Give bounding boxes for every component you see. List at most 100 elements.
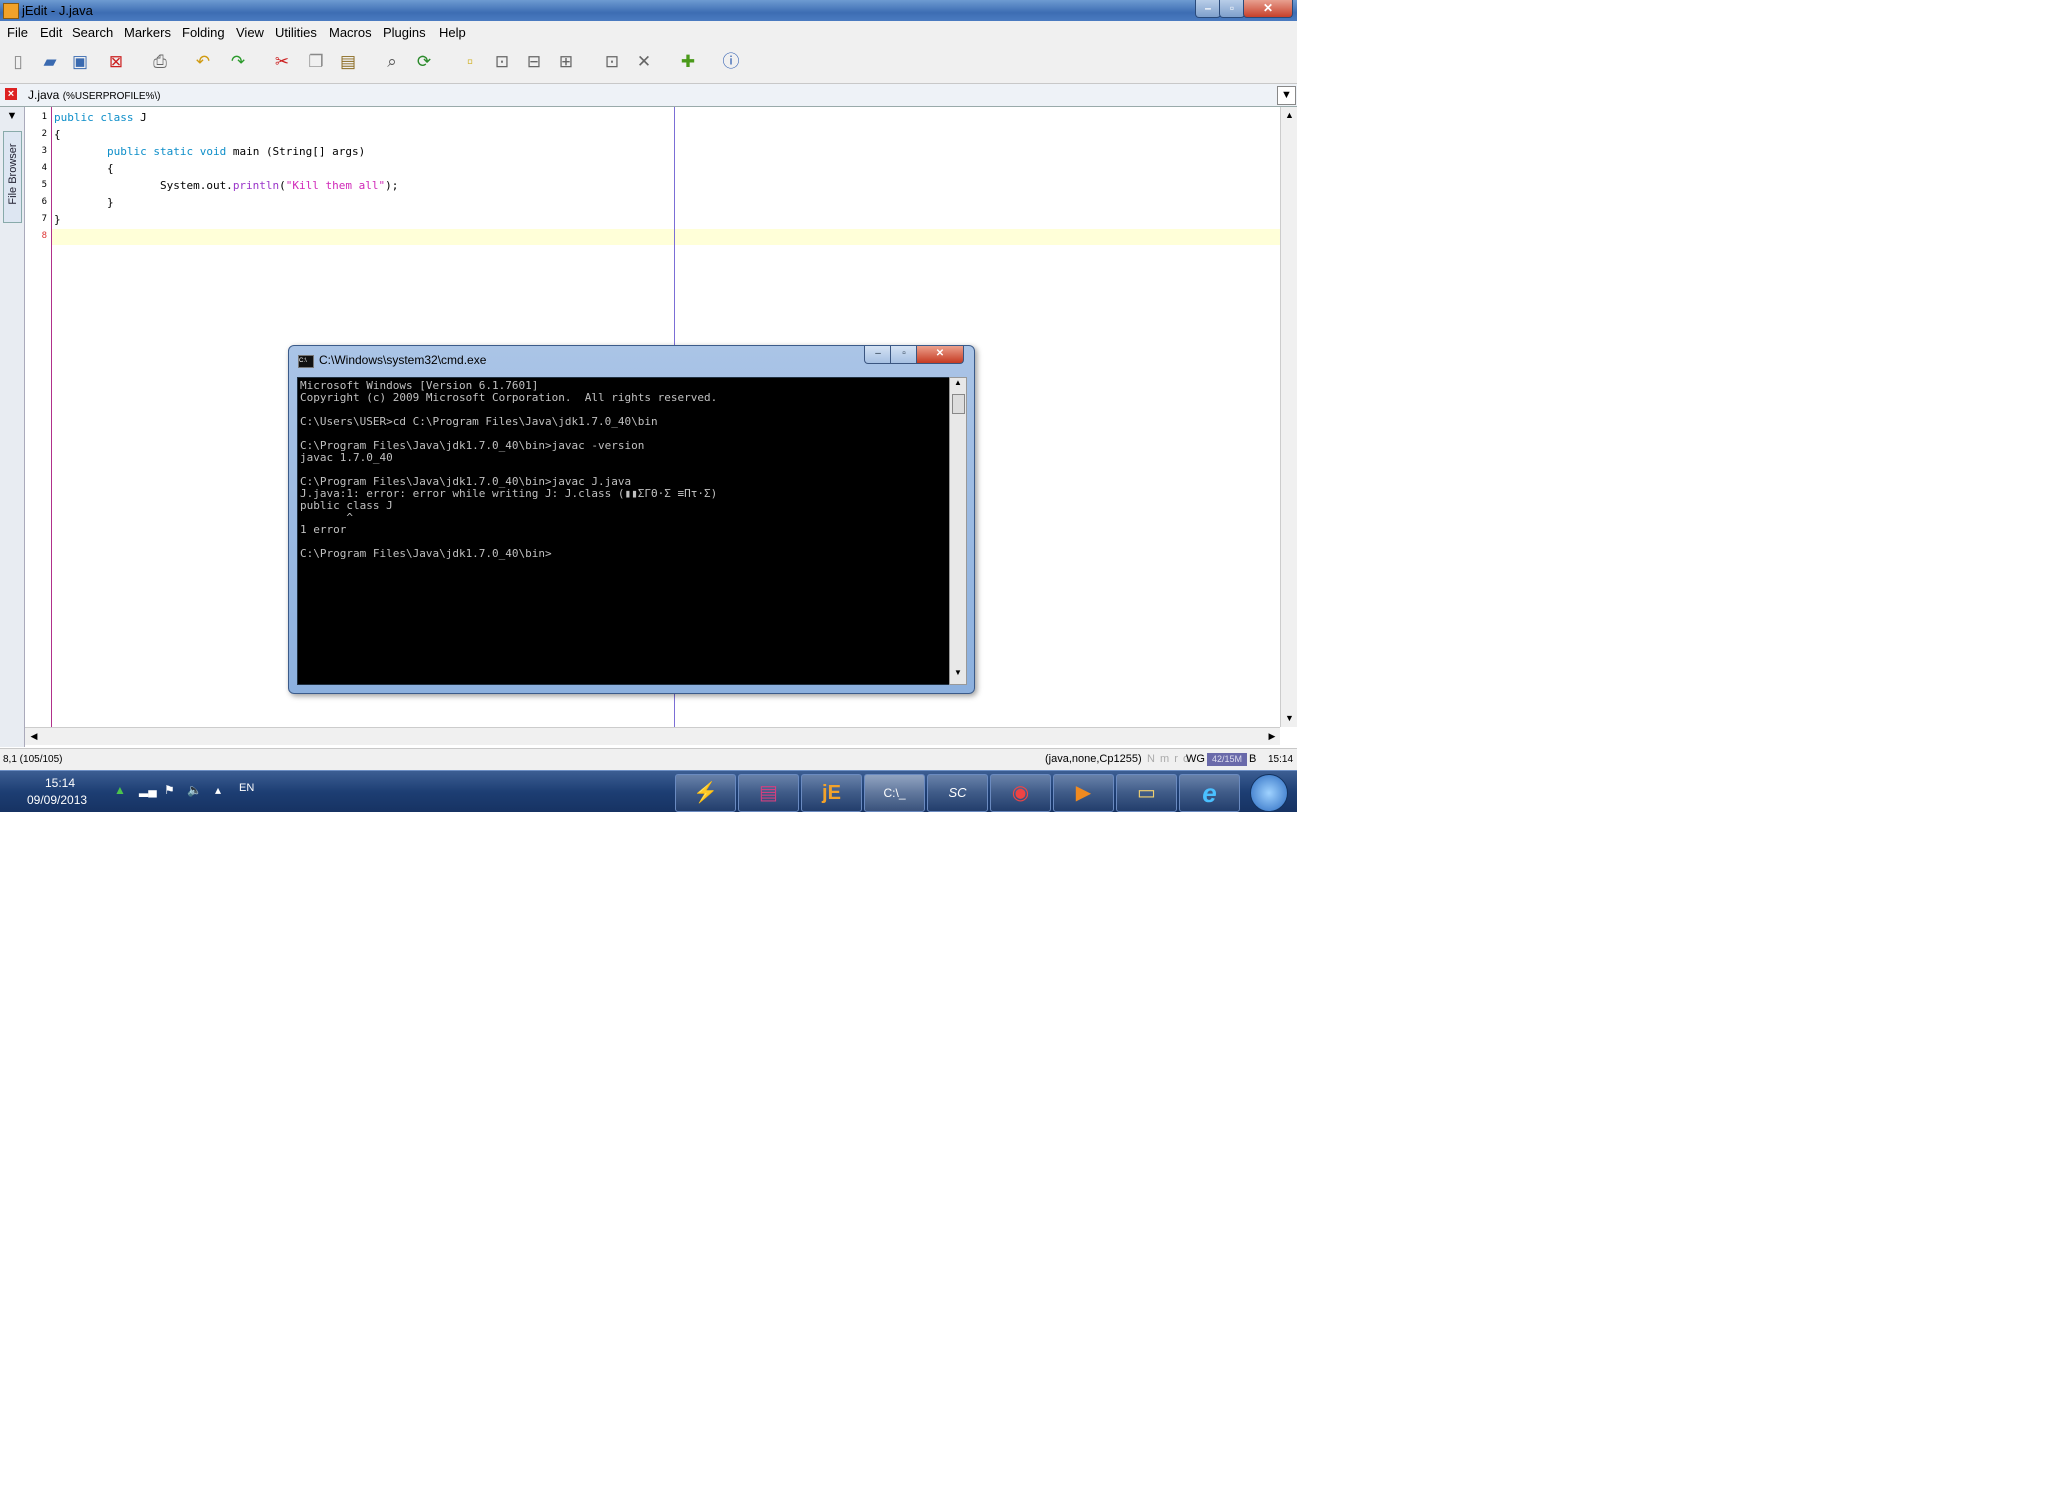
taskbar-cmd-icon[interactable]: C:\_ — [864, 774, 925, 812]
cmd-output: Microsoft Windows [Version 6.1.7601] Cop… — [300, 379, 718, 560]
buffer-close-icon[interactable]: × — [5, 88, 17, 100]
taskbar-scheme-icon[interactable]: SC — [927, 774, 988, 812]
minimize-button[interactable]: – — [1195, 0, 1221, 18]
global-options-icon[interactable]: ✕ — [634, 52, 654, 72]
code-token: } — [54, 196, 114, 209]
menu-utilities[interactable]: Utilities — [275, 25, 317, 40]
cmd-minimize-button[interactable]: – — [864, 346, 892, 364]
language-indicator[interactable]: EN — [239, 782, 254, 794]
find-icon[interactable]: ⌕ — [382, 52, 402, 72]
menu-edit[interactable]: Edit — [40, 25, 62, 40]
status-wg[interactable]: WG — [1186, 753, 1205, 765]
menu-bar: File Edit Search Markers Folding View Ut… — [0, 21, 1297, 43]
google-drive-icon[interactable]: ▲ — [114, 783, 126, 797]
cmd-scrollbar[interactable]: ▲ ▼ — [949, 377, 967, 685]
line-number: 1 — [41, 112, 47, 122]
screen: jEdit - J.java – ▫ ✕ File Edit Search Ma… — [0, 0, 1297, 812]
network-icon[interactable]: ▂▄ — [139, 783, 157, 797]
print-icon[interactable]: ⎙ — [150, 52, 170, 72]
cmd-console[interactable]: Microsoft Windows [Version 6.1.7601] Cop… — [297, 377, 950, 685]
cmd-scroll-thumb[interactable] — [952, 394, 965, 414]
cmd-scroll-down-icon[interactable]: ▼ — [950, 668, 966, 682]
caret-position[interactable]: 8,1 (105/105) — [3, 754, 63, 765]
taskbar-clock-time[interactable]: 15:14 — [45, 776, 75, 790]
status-flags[interactable]: N m r o — [1147, 753, 1190, 765]
window-title: jEdit - J.java — [22, 3, 93, 18]
taskbar-jedit-icon[interactable]: jE — [801, 774, 862, 812]
taskbar-internet-explorer-icon[interactable]: e — [1179, 774, 1240, 812]
paste-icon[interactable]: ▤ — [338, 52, 358, 72]
line-number: 7 — [41, 214, 47, 224]
menu-folding[interactable]: Folding — [182, 25, 225, 40]
code-line: { — [54, 128, 61, 141]
horizontal-scrollbar[interactable]: ◀ ▶ — [25, 727, 1280, 745]
code-line: { — [54, 162, 114, 175]
buffer-dropdown-icon[interactable]: ▼ — [1277, 86, 1296, 105]
menu-view[interactable]: View — [236, 25, 264, 40]
menu-macros[interactable]: Macros — [329, 25, 372, 40]
find-replace-icon[interactable]: ⟳ — [414, 52, 434, 72]
unsplit-icon[interactable]: ⊡ — [492, 52, 512, 72]
help-icon[interactable]: ⓘ — [721, 52, 741, 72]
copy-icon[interactable]: ❐ — [306, 52, 326, 72]
plugin-manager-icon[interactable]: ✚ — [678, 52, 698, 72]
buffer-options-icon[interactable]: ⊡ — [602, 52, 622, 72]
taskbar-media-player-icon[interactable]: ▶ — [1053, 774, 1114, 812]
menu-help[interactable]: Help — [439, 25, 466, 40]
taskbar-chrome-icon[interactable]: ◉ — [990, 774, 1051, 812]
buffer-filename: J.java — [28, 88, 60, 102]
cmd-window[interactable]: C:\ C:\Windows\system32\cmd.exe – ▫ ✕ Mi… — [288, 345, 975, 694]
open-file-icon[interactable]: ▰ — [40, 52, 60, 72]
taskbar-clock-date[interactable]: 09/09/2013 — [27, 793, 87, 807]
new-view-icon[interactable]: ▫ — [460, 52, 480, 72]
scroll-down-icon[interactable]: ▼ — [1282, 711, 1297, 725]
taskbar-explorer-icon[interactable]: ▭ — [1116, 774, 1177, 812]
save-icon[interactable]: ▣ — [70, 52, 90, 72]
buffer-name[interactable]: J.java (%USERPROFILE%\) — [28, 88, 161, 102]
scroll-right-icon[interactable]: ▶ — [1265, 729, 1279, 744]
code-token: J — [133, 111, 147, 124]
new-file-icon[interactable]: ▯ — [8, 52, 28, 72]
code-token: println — [232, 179, 280, 192]
cut-icon[interactable]: ✂ — [272, 52, 292, 72]
volume-icon[interactable]: 🔈 — [187, 783, 202, 797]
left-dock: ▼ File Browser — [0, 107, 25, 747]
close-button[interactable]: ✕ — [1243, 0, 1293, 18]
line-number: 4 — [41, 163, 47, 173]
taskbar-winamp-icon[interactable]: ⚡ — [675, 774, 736, 812]
menu-file[interactable]: File — [7, 25, 28, 40]
cmd-maximize-button[interactable]: ▫ — [890, 346, 918, 364]
menu-plugins[interactable]: Plugins — [383, 25, 426, 40]
split-vertical-icon[interactable]: ⊞ — [556, 52, 576, 72]
vertical-scrollbar[interactable]: ▲ ▼ — [1280, 107, 1297, 727]
menu-search[interactable]: Search — [72, 25, 113, 40]
dock-menu-icon[interactable]: ▼ — [3, 110, 21, 126]
status-clock: 15:14 — [1268, 754, 1294, 765]
line-number: 5 — [41, 180, 47, 190]
start-button-icon[interactable] — [1250, 774, 1288, 812]
jedit-app-icon — [3, 3, 19, 19]
code-line: System.out.println("Kill them all"); — [54, 179, 398, 192]
split-horizontal-icon[interactable]: ⊟ — [524, 52, 544, 72]
cmd-window-title: C:\Windows\system32\cmd.exe — [319, 353, 487, 367]
show-hidden-icons-icon[interactable]: ▴ — [215, 783, 221, 797]
redo-icon[interactable]: ↷ — [228, 52, 248, 72]
close-buffer-icon[interactable]: ⊠ — [106, 52, 126, 72]
memory-status[interactable]: 42/15M — [1207, 753, 1247, 766]
buffer-mode[interactable]: (java,none,Cp1255) — [1045, 753, 1142, 765]
undo-icon[interactable]: ↶ — [193, 52, 213, 72]
scroll-left-icon[interactable]: ◀ — [27, 729, 41, 744]
cmd-scroll-up-icon[interactable]: ▲ — [950, 378, 966, 392]
action-center-flag-icon[interactable]: ⚑ — [164, 783, 175, 797]
file-browser-tab[interactable]: File Browser — [3, 131, 22, 223]
maximize-button[interactable]: ▫ — [1219, 0, 1245, 18]
buffer-path: (%USERPROFILE%\) — [62, 91, 161, 102]
menu-markers[interactable]: Markers — [124, 25, 171, 40]
line-number: 6 — [41, 197, 47, 207]
taskbar-winrar-icon[interactable]: ▤ — [738, 774, 799, 812]
cmd-close-button[interactable]: ✕ — [916, 346, 964, 364]
status-b[interactable]: B — [1249, 753, 1256, 765]
scroll-up-icon[interactable]: ▲ — [1282, 108, 1297, 122]
line-number: 8 — [41, 231, 47, 241]
